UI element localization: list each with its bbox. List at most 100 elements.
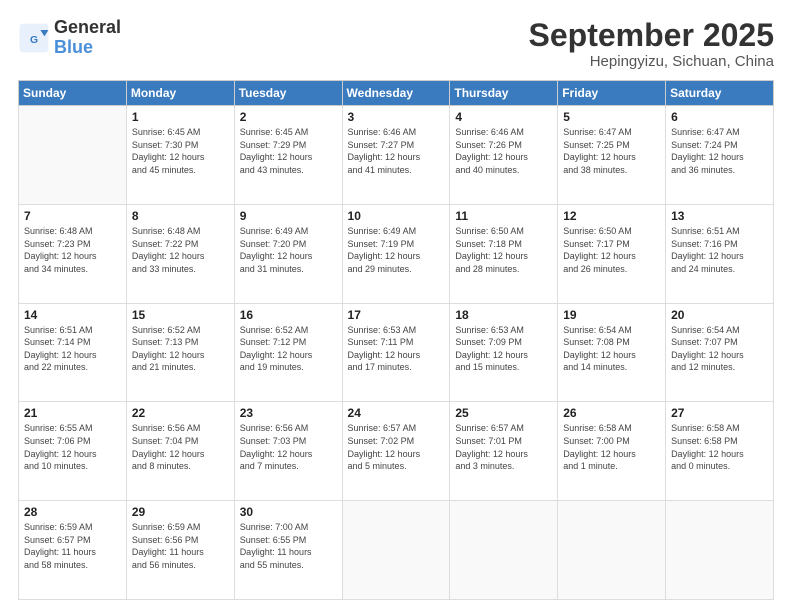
logo-line2: Blue	[54, 38, 121, 58]
header-thursday: Thursday	[450, 81, 558, 106]
day-number: 1	[132, 110, 229, 124]
day-number: 21	[24, 406, 121, 420]
day-info: Sunrise: 6:58 AM Sunset: 6:58 PM Dayligh…	[671, 422, 768, 472]
header-monday: Monday	[126, 81, 234, 106]
day-number: 26	[563, 406, 660, 420]
day-info: Sunrise: 6:58 AM Sunset: 7:00 PM Dayligh…	[563, 422, 660, 472]
day-cell	[558, 501, 666, 600]
day-cell: 8Sunrise: 6:48 AM Sunset: 7:22 PM Daylig…	[126, 204, 234, 303]
day-cell: 13 Sunrise: 6:51 AM Sunset: 7:16 PM Dayli…	[666, 204, 774, 303]
day-info: Sunrise: 6:56 AM Sunset: 7:04 PM Dayligh…	[132, 422, 229, 472]
day-info: Sunrise: 6:53 AM Sunset: 7:11 PM Dayligh…	[348, 324, 445, 374]
day-cell: 1 Sunrise: 6:45 AM Sunset: 7:30 PM Daylig…	[126, 106, 234, 205]
day-info: Sunrise: 6:57 AM Sunset: 7:02 PM Dayligh…	[348, 422, 445, 472]
day-info: Sunrise: 6:45 AM Sunset: 7:30 PM Dayligh…	[132, 126, 229, 176]
day-number: 18	[455, 308, 552, 322]
header-sunday: Sunday	[19, 81, 127, 106]
calendar-body: 1 Sunrise: 6:45 AM Sunset: 7:30 PM Daylig…	[19, 106, 774, 600]
calendar-page: G General Blue September 2025 Hepingyizu…	[0, 0, 792, 612]
day-info: Sunrise: 6:49 AM Sunset: 7:20 PM Dayligh…	[240, 225, 337, 275]
day-cell	[666, 501, 774, 600]
day-info: Sunrise: 7:00 AM Sunset: 6:55 PM Dayligh…	[240, 521, 337, 571]
day-cell: 11 Sunrise: 6:50 AM Sunset: 7:18 PM Dayli…	[450, 204, 558, 303]
day-cell: 30Sunrise: 7:00 AM Sunset: 6:55 PM Dayli…	[234, 501, 342, 600]
day-cell: 14 Sunrise: 6:51 AM Sunset: 7:14 PM Dayli…	[19, 303, 127, 402]
day-number: 9	[240, 209, 337, 223]
day-number: 20	[671, 308, 768, 322]
day-info: Sunrise: 6:47 AM Sunset: 7:25 PM Dayligh…	[563, 126, 660, 176]
day-info: Sunrise: 6:53 AM Sunset: 7:09 PM Dayligh…	[455, 324, 552, 374]
day-number: 16	[240, 308, 337, 322]
day-number: 12	[563, 209, 660, 223]
day-cell: 27 Sunrise: 6:58 AM Sunset: 6:58 PM Dayli…	[666, 402, 774, 501]
day-info: Sunrise: 6:51 AM Sunset: 7:16 PM Dayligh…	[671, 225, 768, 275]
day-cell: 9 Sunrise: 6:49 AM Sunset: 7:20 PM Daylig…	[234, 204, 342, 303]
day-number: 3	[348, 110, 445, 124]
day-info: Sunrise: 6:55 AM Sunset: 7:06 PM Dayligh…	[24, 422, 121, 472]
top-section: G General Blue September 2025 Hepingyizu…	[18, 18, 774, 70]
day-cell: 6 Sunrise: 6:47 AM Sunset: 7:24 PM Daylig…	[666, 106, 774, 205]
day-cell: 20Sunrise: 6:54 AM Sunset: 7:07 PM Dayli…	[666, 303, 774, 402]
day-cell: 15Sunrise: 6:52 AM Sunset: 7:13 PM Dayli…	[126, 303, 234, 402]
day-cell	[450, 501, 558, 600]
day-number: 5	[563, 110, 660, 124]
calendar-table: Sunday Monday Tuesday Wednesday Thursday…	[18, 80, 774, 600]
day-cell: 22Sunrise: 6:56 AM Sunset: 7:04 PM Dayli…	[126, 402, 234, 501]
day-cell: 3 Sunrise: 6:46 AM Sunset: 7:27 PM Daylig…	[342, 106, 450, 205]
day-info: Sunrise: 6:47 AM Sunset: 7:24 PM Dayligh…	[671, 126, 768, 176]
day-cell: 25Sunrise: 6:57 AM Sunset: 7:01 PM Dayli…	[450, 402, 558, 501]
day-number: 24	[348, 406, 445, 420]
week-row-2: 7 Sunrise: 6:48 AM Sunset: 7:23 PM Daylig…	[19, 204, 774, 303]
day-cell: 4 Sunrise: 6:46 AM Sunset: 7:26 PM Daylig…	[450, 106, 558, 205]
logo-icon: G	[18, 22, 50, 54]
week-row-5: 28Sunrise: 6:59 AM Sunset: 6:57 PM Dayli…	[19, 501, 774, 600]
month-title: September 2025	[529, 18, 774, 53]
day-info: Sunrise: 6:59 AM Sunset: 6:56 PM Dayligh…	[132, 521, 229, 571]
day-number: 6	[671, 110, 768, 124]
day-info: Sunrise: 6:46 AM Sunset: 7:27 PM Dayligh…	[348, 126, 445, 176]
day-number: 28	[24, 505, 121, 519]
day-number: 7	[24, 209, 121, 223]
day-cell: 12 Sunrise: 6:50 AM Sunset: 7:17 PM Dayli…	[558, 204, 666, 303]
day-cell: 5 Sunrise: 6:47 AM Sunset: 7:25 PM Daylig…	[558, 106, 666, 205]
day-info: Sunrise: 6:45 AM Sunset: 7:29 PM Dayligh…	[240, 126, 337, 176]
header-right: September 2025 Hepingyizu, Sichuan, Chin…	[529, 18, 774, 70]
header-saturday: Saturday	[666, 81, 774, 106]
week-row-3: 14 Sunrise: 6:51 AM Sunset: 7:14 PM Dayli…	[19, 303, 774, 402]
day-cell: 23 Sunrise: 6:56 AM Sunset: 7:03 PM Dayli…	[234, 402, 342, 501]
day-info: Sunrise: 6:48 AM Sunset: 7:23 PM Dayligh…	[24, 225, 121, 275]
day-cell: 24 Sunrise: 6:57 AM Sunset: 7:02 PM Dayli…	[342, 402, 450, 501]
day-cell: 21 Sunrise: 6:55 AM Sunset: 7:06 PM Dayli…	[19, 402, 127, 501]
day-info: Sunrise: 6:56 AM Sunset: 7:03 PM Dayligh…	[240, 422, 337, 472]
day-number: 19	[563, 308, 660, 322]
day-info: Sunrise: 6:54 AM Sunset: 7:08 PM Dayligh…	[563, 324, 660, 374]
day-cell: 29Sunrise: 6:59 AM Sunset: 6:56 PM Dayli…	[126, 501, 234, 600]
day-cell: 28Sunrise: 6:59 AM Sunset: 6:57 PM Dayli…	[19, 501, 127, 600]
day-info: Sunrise: 6:49 AM Sunset: 7:19 PM Dayligh…	[348, 225, 445, 275]
location: Hepingyizu, Sichuan, China	[529, 53, 774, 70]
header-wednesday: Wednesday	[342, 81, 450, 106]
day-cell: 17 Sunrise: 6:53 AM Sunset: 7:11 PM Dayli…	[342, 303, 450, 402]
day-info: Sunrise: 6:50 AM Sunset: 7:17 PM Dayligh…	[563, 225, 660, 275]
day-cell: 16Sunrise: 6:52 AM Sunset: 7:12 PM Dayli…	[234, 303, 342, 402]
day-number: 11	[455, 209, 552, 223]
day-number: 17	[348, 308, 445, 322]
week-row-4: 21 Sunrise: 6:55 AM Sunset: 7:06 PM Dayli…	[19, 402, 774, 501]
day-info: Sunrise: 6:51 AM Sunset: 7:14 PM Dayligh…	[24, 324, 121, 374]
week-row-1: 1 Sunrise: 6:45 AM Sunset: 7:30 PM Daylig…	[19, 106, 774, 205]
day-number: 14	[24, 308, 121, 322]
day-number: 2	[240, 110, 337, 124]
day-info: Sunrise: 6:46 AM Sunset: 7:26 PM Dayligh…	[455, 126, 552, 176]
day-cell: 18 Sunrise: 6:53 AM Sunset: 7:09 PM Dayli…	[450, 303, 558, 402]
day-cell: 26 Sunrise: 6:58 AM Sunset: 7:00 PM Dayli…	[558, 402, 666, 501]
day-number: 4	[455, 110, 552, 124]
day-number: 10	[348, 209, 445, 223]
day-info: Sunrise: 6:50 AM Sunset: 7:18 PM Dayligh…	[455, 225, 552, 275]
day-cell: 7 Sunrise: 6:48 AM Sunset: 7:23 PM Daylig…	[19, 204, 127, 303]
day-number: 13	[671, 209, 768, 223]
day-cell: 10 Sunrise: 6:49 AM Sunset: 7:19 PM Dayli…	[342, 204, 450, 303]
header-friday: Friday	[558, 81, 666, 106]
svg-text:G: G	[30, 35, 38, 46]
day-number: 23	[240, 406, 337, 420]
day-number: 27	[671, 406, 768, 420]
